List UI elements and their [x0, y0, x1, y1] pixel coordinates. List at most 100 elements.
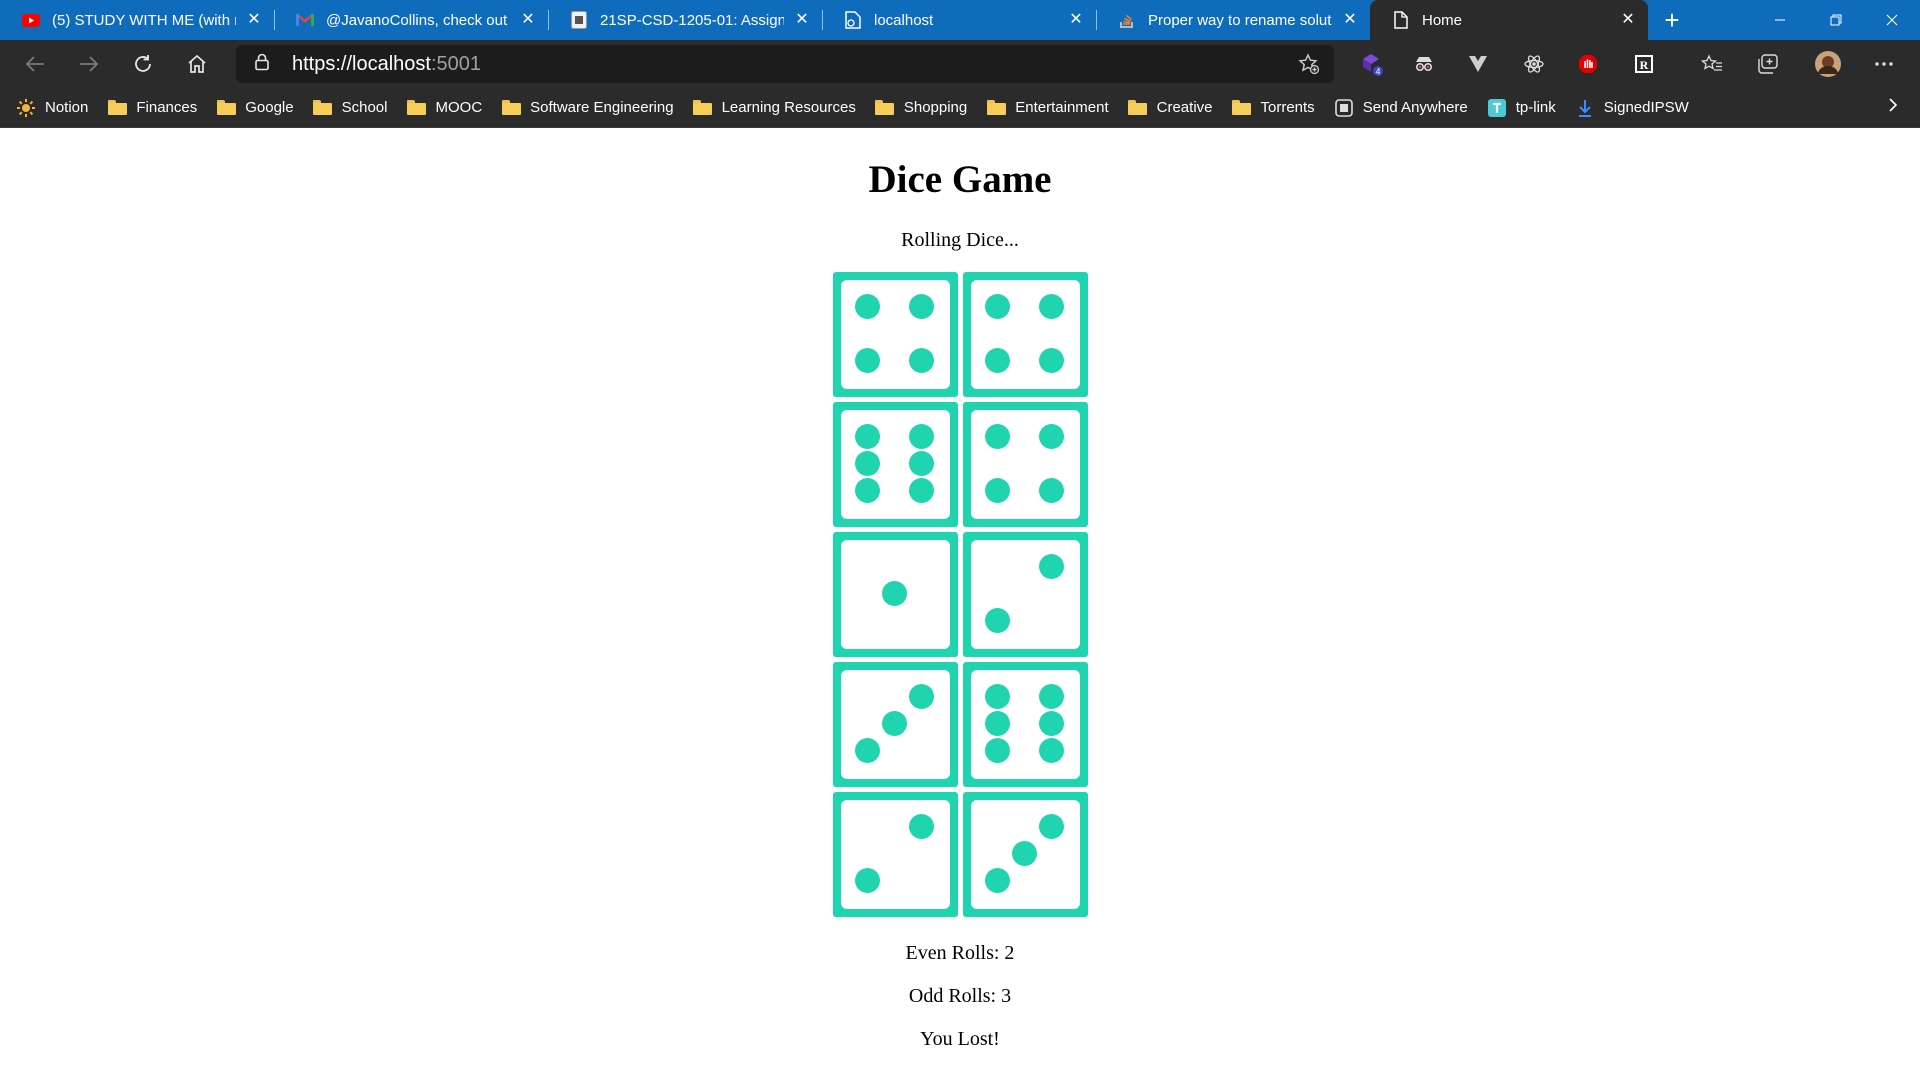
- send-anywhere-icon: [1334, 98, 1354, 117]
- bookmark-folder-software-engineering[interactable]: Software Engineering: [501, 99, 674, 117]
- bookmark-send-anywhere[interactable]: Send Anywhere: [1334, 98, 1468, 117]
- die-pip: [1039, 478, 1064, 503]
- favorites-icon[interactable]: [1690, 40, 1734, 88]
- window-close-icon[interactable]: [1864, 0, 1920, 40]
- page-icon: [844, 11, 862, 29]
- add-favorite-icon[interactable]: [1298, 53, 1320, 80]
- incognito-extension-icon[interactable]: [1402, 40, 1446, 88]
- die-pip: [985, 608, 1010, 633]
- tab-home[interactable]: Home ✕: [1370, 0, 1648, 40]
- close-icon[interactable]: ✕: [1340, 10, 1360, 30]
- tab-title: Proper way to rename solutic: [1148, 11, 1332, 29]
- die-face: [841, 540, 950, 649]
- die-8: [963, 662, 1088, 787]
- die-pip: [985, 424, 1010, 449]
- die-pip: [909, 451, 934, 476]
- stackoverflow-icon: [1118, 11, 1136, 29]
- folder-icon: [1128, 99, 1148, 117]
- die-pip: [1039, 554, 1064, 579]
- die-7: [833, 662, 958, 787]
- die-pip: [1039, 814, 1064, 839]
- youtube-icon: [22, 11, 40, 29]
- die-pip: [985, 738, 1010, 763]
- restore-icon[interactable]: [1808, 0, 1864, 40]
- bookmark-folder-google[interactable]: Google: [216, 99, 294, 117]
- die-pip: [909, 348, 934, 373]
- tab-gmail[interactable]: @JavanoCollins, check out th ✕: [274, 0, 548, 40]
- bookmark-tp-link[interactable]: tp-link: [1487, 98, 1556, 117]
- avatar[interactable]: [1806, 40, 1850, 88]
- vue-devtools-icon[interactable]: [1456, 40, 1500, 88]
- die-face: [971, 800, 1080, 909]
- download-icon: [1575, 99, 1595, 117]
- die-pip: [882, 581, 907, 606]
- die-pip: [882, 711, 907, 736]
- die-pip: [855, 348, 880, 373]
- tab-youtube[interactable]: (5) STUDY WITH ME (with mu ✕: [0, 0, 274, 40]
- die-face: [971, 410, 1080, 519]
- close-icon[interactable]: ✕: [244, 10, 264, 30]
- bookmark-folder-shopping[interactable]: Shopping: [875, 99, 967, 117]
- new-tab-button[interactable]: +: [1648, 0, 1696, 40]
- lock-icon[interactable]: [254, 53, 274, 76]
- bookmark-folder-entertainment[interactable]: Entertainment: [986, 99, 1109, 117]
- die-pip: [855, 294, 880, 319]
- die-pip: [1039, 294, 1064, 319]
- die-1: [833, 272, 958, 397]
- die-9: [833, 792, 958, 917]
- die-10: [963, 792, 1088, 917]
- die-pip: [909, 424, 934, 449]
- collections-icon[interactable]: [1746, 40, 1790, 88]
- die-face: [971, 670, 1080, 779]
- chevron-right-icon[interactable]: [1888, 96, 1898, 119]
- die-face: [841, 280, 950, 389]
- forward-icon[interactable]: [62, 40, 116, 88]
- even-rolls-count: Even Rolls: 2: [905, 942, 1015, 964]
- refresh-icon[interactable]: [116, 40, 170, 88]
- page-content: Dice Game Rolling Dice... Even Rolls: 2 …: [0, 128, 1920, 1080]
- die-pip: [1039, 424, 1064, 449]
- home-icon[interactable]: [170, 40, 224, 88]
- bookmark-folder-creative[interactable]: Creative: [1128, 99, 1213, 117]
- tab-stackoverflow[interactable]: Proper way to rename solutic ✕: [1096, 0, 1370, 40]
- minimize-icon[interactable]: [1752, 0, 1808, 40]
- tab-assignment[interactable]: 21SP-CSD-1205-01: Assignm ✕: [548, 0, 822, 40]
- close-icon[interactable]: ✕: [792, 10, 812, 30]
- tab-localhost[interactable]: localhost ✕: [822, 0, 1096, 40]
- die-2: [963, 272, 1088, 397]
- back-icon[interactable]: [8, 40, 62, 88]
- die-pip: [855, 868, 880, 893]
- die-pip: [909, 478, 934, 503]
- close-icon[interactable]: ✕: [1618, 10, 1638, 30]
- page-icon: [1392, 11, 1410, 29]
- close-icon[interactable]: ✕: [518, 10, 538, 30]
- folder-icon: [406, 99, 426, 117]
- close-icon[interactable]: ✕: [1066, 10, 1086, 30]
- url-text: https://localhost:5001: [292, 52, 482, 75]
- r-extension-icon[interactable]: R: [1622, 40, 1666, 88]
- adblock-icon[interactable]: [1566, 40, 1610, 88]
- die-pip: [855, 451, 880, 476]
- bookmark-folder-torrents[interactable]: Torrents: [1232, 99, 1315, 117]
- svg-text:4: 4: [1375, 67, 1380, 77]
- window-controls: [1752, 0, 1920, 40]
- die-pip: [1039, 348, 1064, 373]
- die-pip: [985, 711, 1010, 736]
- bookmark-signedipsw[interactable]: SignedIPSW: [1575, 99, 1689, 117]
- die-5: [833, 532, 958, 657]
- die-pip: [909, 814, 934, 839]
- bookmark-folder-learning-resources[interactable]: Learning Resources: [693, 99, 856, 117]
- bookmark-notion[interactable]: Notion: [16, 98, 88, 117]
- extension-icon[interactable]: 4: [1350, 40, 1394, 88]
- die-pip: [985, 868, 1010, 893]
- tab-title: localhost: [874, 11, 934, 29]
- tplink-icon: [1487, 98, 1507, 117]
- bookmark-folder-school[interactable]: School: [313, 99, 387, 117]
- bookmark-folder-mooc[interactable]: MOOC: [406, 99, 482, 117]
- bookmark-folder-finances[interactable]: Finances: [107, 99, 197, 117]
- settings-menu-icon[interactable]: [1862, 40, 1906, 88]
- react-devtools-icon[interactable]: [1512, 40, 1556, 88]
- tab-title: 21SP-CSD-1205-01: Assignm: [600, 11, 784, 29]
- die-pip: [1039, 738, 1064, 763]
- address-bar[interactable]: https://localhost:5001: [236, 45, 1334, 83]
